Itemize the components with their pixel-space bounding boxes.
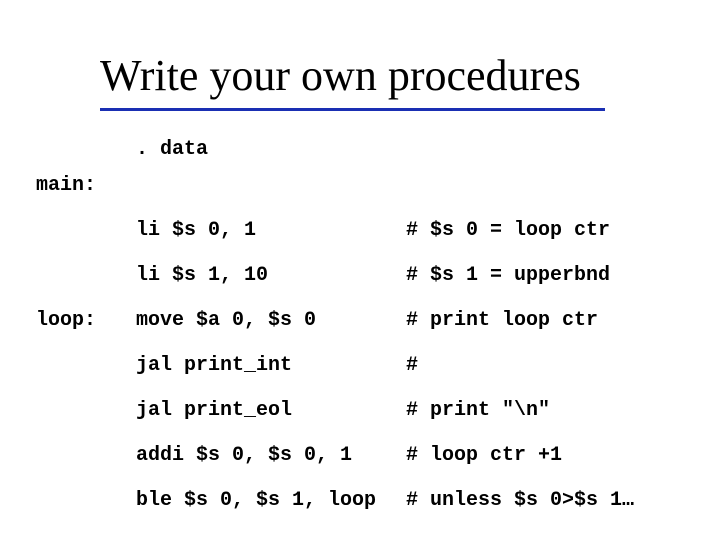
code-instr: jal print_eol (136, 401, 406, 421)
code-row: ble $s 0, $s 1, loop # unless $s 0>$s 1… (36, 491, 634, 536)
code-row: loop: move $a 0, $s 0 # print loop ctr (36, 311, 634, 356)
code-row: jal print_eol # print "\n" (36, 401, 634, 446)
code-row: li $s 1, 10 # $s 1 = upperbnd (36, 266, 634, 311)
code-comment: # (406, 356, 418, 376)
slide-title: Write your own procedures (100, 50, 581, 101)
code-comment: # unless $s 0>$s 1… (406, 491, 634, 511)
code-instr: move $a 0, $s 0 (136, 311, 406, 331)
code-instr: . data (136, 140, 406, 160)
code-row: jal print_int # (36, 356, 634, 401)
code-label: loop: (36, 311, 136, 331)
code-row: addi $s 0, $s 0, 1 # loop ctr +1 (36, 446, 634, 491)
code-row: li $s 0, 1 # $s 0 = loop ctr (36, 221, 634, 266)
code-comment: # $s 1 = upperbnd (406, 266, 610, 286)
code-instr: addi $s 0, $s 0, 1 (136, 446, 406, 466)
code-comment: # print "\n" (406, 401, 550, 421)
code-comment: # print loop ctr (406, 311, 598, 331)
code-label: main: (36, 176, 136, 196)
code-comment: # loop ctr +1 (406, 446, 562, 466)
title-underline (100, 108, 605, 111)
code-instr: li $s 1, 10 (136, 266, 406, 286)
code-instr: ble $s 0, $s 1, loop (136, 491, 406, 511)
code-instr: li $s 0, 1 (136, 221, 406, 241)
code-block: . data main: li $s 0, 1 # $s 0 = loop ct… (36, 140, 634, 536)
code-row: main: (36, 176, 634, 221)
code-instr: jal print_int (136, 356, 406, 376)
slide: Write your own procedures . data main: l… (0, 0, 720, 540)
code-comment: # $s 0 = loop ctr (406, 221, 610, 241)
code-row: . data (36, 140, 634, 176)
